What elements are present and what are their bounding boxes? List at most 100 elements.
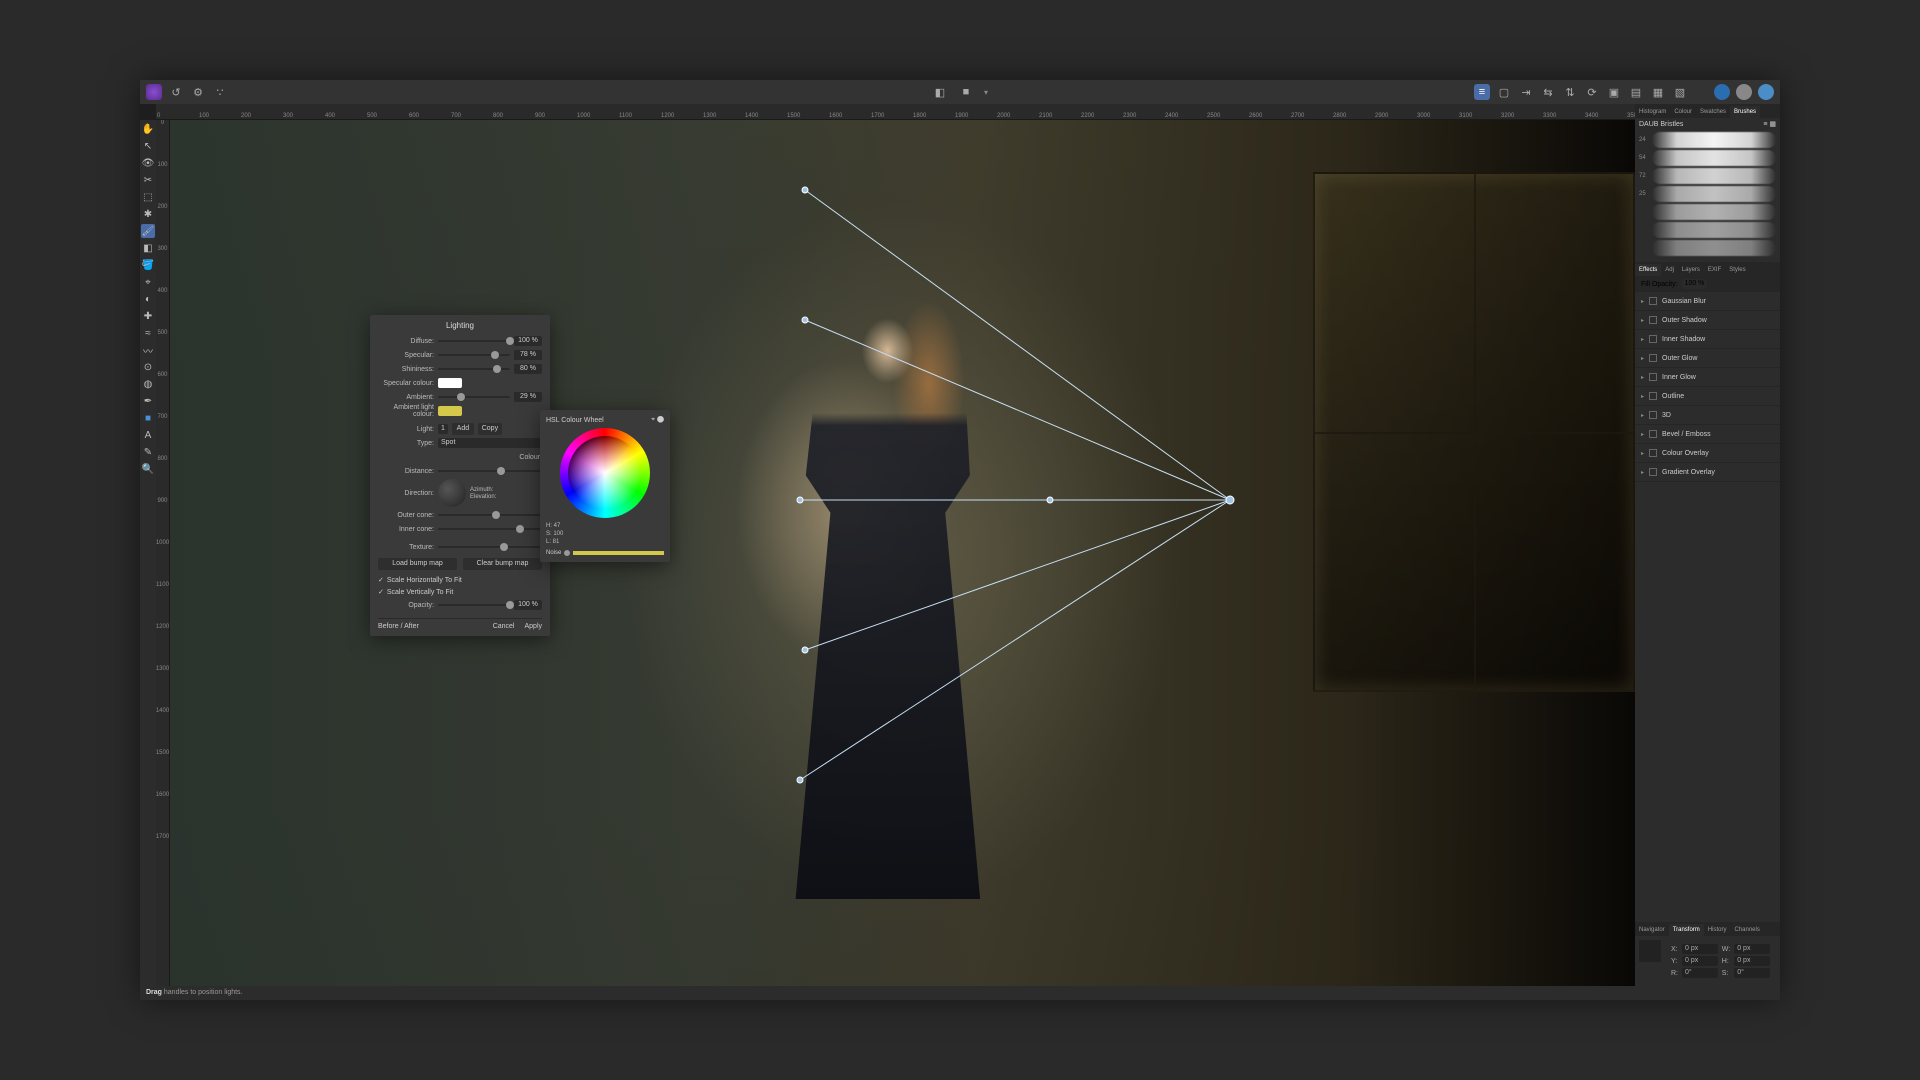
effect-row[interactable]: ▸3D bbox=[1635, 406, 1780, 425]
transform-w[interactable]: 0 px bbox=[1734, 944, 1770, 954]
brush-item[interactable]: 72 bbox=[1639, 168, 1776, 184]
arrange-forward-icon[interactable]: ▤ bbox=[1628, 84, 1644, 100]
tab-colour[interactable]: Colour bbox=[1670, 106, 1696, 118]
effect-row[interactable]: ▸Outline bbox=[1635, 387, 1780, 406]
flood-select-tool-icon[interactable]: ✱ bbox=[141, 207, 155, 221]
specular-slider[interactable] bbox=[438, 354, 510, 356]
move-tool-icon[interactable]: ↖ bbox=[141, 139, 155, 153]
effect-row[interactable]: ▸Gradient Overlay bbox=[1635, 463, 1780, 482]
undo-icon[interactable]: ↺ bbox=[168, 84, 184, 100]
specular-colour-swatch[interactable] bbox=[438, 378, 462, 388]
view-tool-icon[interactable]: 👁 bbox=[141, 156, 155, 170]
effect-row[interactable]: ▸Inner Shadow bbox=[1635, 330, 1780, 349]
arrange-tofront-icon[interactable]: ▦ bbox=[1650, 84, 1666, 100]
app-logo-icon[interactable] bbox=[146, 84, 162, 100]
persona-photo-icon[interactable]: ■ bbox=[958, 84, 974, 100]
opacity-slider[interactable] bbox=[438, 604, 510, 606]
arrange-group-icon[interactable]: ▢ bbox=[1496, 84, 1512, 100]
crop-tool-icon[interactable]: ✂ bbox=[141, 173, 155, 187]
selection-tool-icon[interactable]: ⬚ bbox=[141, 190, 155, 204]
fill-tool-icon[interactable]: 🪣 bbox=[141, 258, 155, 272]
fill-opacity-value[interactable]: 100 % bbox=[1682, 279, 1708, 289]
arrange-flip-v-icon[interactable]: ⇅ bbox=[1562, 84, 1578, 100]
brush-list[interactable]: 24547225 bbox=[1635, 130, 1780, 258]
brush-category[interactable]: DAUB Bristles bbox=[1639, 121, 1683, 128]
arrange-rotate-icon[interactable]: ⟳ bbox=[1584, 84, 1600, 100]
brush-menu-icon[interactable]: ≡ ▦ bbox=[1763, 120, 1776, 128]
persona-dropdown-icon[interactable]: ▾ bbox=[984, 88, 988, 97]
effect-row[interactable]: ▸Colour Overlay bbox=[1635, 444, 1780, 463]
paint-brush-tool-icon[interactable]: 🖌 bbox=[141, 224, 155, 238]
tab-adj[interactable]: Adj bbox=[1661, 264, 1678, 276]
erase-tool-icon[interactable]: ◧ bbox=[141, 241, 155, 255]
tab-navigator[interactable]: Navigator bbox=[1635, 924, 1669, 936]
transform-h[interactable]: 0 px bbox=[1734, 956, 1770, 966]
brush-item[interactable]: 24 bbox=[1639, 132, 1776, 148]
copy-light-button[interactable]: Copy bbox=[478, 423, 502, 435]
outer-cone-slider[interactable] bbox=[438, 514, 542, 516]
effect-row[interactable]: ▸Inner Glow bbox=[1635, 368, 1780, 387]
smudge-tool-icon[interactable]: 〰 bbox=[141, 343, 155, 357]
scale-h-checkbox[interactable]: Scale Horizontally To Fit bbox=[378, 574, 542, 586]
distance-slider[interactable] bbox=[438, 470, 542, 472]
live-preview-icon[interactable] bbox=[1714, 84, 1730, 100]
anchor-widget[interactable] bbox=[1639, 940, 1661, 962]
account-icon[interactable] bbox=[1758, 84, 1774, 100]
cancel-button[interactable]: Cancel bbox=[493, 623, 515, 630]
effect-row[interactable]: ▸Gaussian Blur bbox=[1635, 292, 1780, 311]
tab-exif[interactable]: EXIF bbox=[1704, 264, 1725, 276]
arrange-flip-h-icon[interactable]: ⇆ bbox=[1540, 84, 1556, 100]
canvas[interactable]: Lighting Diffuse:100 % Specular:78 % Shi… bbox=[170, 120, 1635, 986]
light-mid-handle[interactable] bbox=[1047, 497, 1053, 503]
tab-histogram[interactable]: Histogram bbox=[1635, 106, 1670, 118]
effects-list[interactable]: ▸Gaussian Blur▸Outer Shadow▸Inner Shadow… bbox=[1635, 292, 1780, 482]
inner-cone-slider[interactable] bbox=[438, 528, 542, 530]
tab-history[interactable]: History bbox=[1704, 924, 1731, 936]
brush-item[interactable] bbox=[1639, 222, 1776, 238]
effect-row[interactable]: ▸Bevel / Emboss bbox=[1635, 425, 1780, 444]
zoom-tool-icon[interactable]: 🔍 bbox=[141, 462, 155, 476]
clone-tool-icon[interactable]: ⌖ bbox=[141, 275, 155, 289]
light-outer-handle-1[interactable] bbox=[802, 187, 808, 193]
light-outer-handle-2[interactable] bbox=[797, 777, 803, 783]
transform-y[interactable]: 0 px bbox=[1682, 956, 1718, 966]
arrange-back-icon[interactable]: ▣ bbox=[1606, 84, 1622, 100]
tab-channels[interactable]: Channels bbox=[1730, 924, 1763, 936]
assistant-icon[interactable] bbox=[1736, 84, 1752, 100]
persona-develop-icon[interactable]: ◧ bbox=[932, 84, 948, 100]
brush-item[interactable] bbox=[1639, 240, 1776, 256]
hsl-wheel[interactable] bbox=[560, 428, 650, 518]
red-eye-tool-icon[interactable]: ⊙ bbox=[141, 360, 155, 374]
diffuse-value[interactable]: 100 % bbox=[514, 336, 542, 346]
hand-tool-icon[interactable]: ✋ bbox=[141, 122, 155, 136]
settings-gear-icon[interactable]: ⚙ bbox=[190, 84, 206, 100]
hsl-colour-popover[interactable]: HSL Colour Wheel ⌖ ⬤ H: 47S: 100L: 81 No… bbox=[540, 410, 670, 562]
clear-bump-button[interactable]: Clear bump map bbox=[463, 558, 542, 570]
tab-styles[interactable]: Styles bbox=[1725, 264, 1749, 276]
direction-knob[interactable] bbox=[438, 479, 466, 507]
ambient-colour-swatch[interactable] bbox=[438, 406, 462, 416]
light-inner-handle-2[interactable] bbox=[802, 647, 808, 653]
light-index-select[interactable]: 1 bbox=[438, 424, 448, 434]
tab-swatches[interactable]: Swatches bbox=[1696, 106, 1730, 118]
share-icon[interactable]: ∵ bbox=[212, 84, 228, 100]
sponge-tool-icon[interactable]: ◍ bbox=[141, 377, 155, 391]
arrange-align-icon[interactable]: ≡ bbox=[1474, 84, 1490, 100]
noise-knob[interactable] bbox=[564, 550, 570, 556]
tab-effects[interactable]: Effects bbox=[1635, 264, 1661, 276]
text-tool-icon[interactable]: A bbox=[141, 428, 155, 442]
healing-tool-icon[interactable]: ✚ bbox=[141, 309, 155, 323]
ambient-slider[interactable] bbox=[438, 396, 510, 398]
lighting-panel[interactable]: Lighting Diffuse:100 % Specular:78 % Shi… bbox=[370, 315, 550, 636]
studio-tabs-fx[interactable]: EffectsAdjLayersEXIFStyles bbox=[1635, 262, 1780, 276]
ambient-value[interactable]: 29 % bbox=[514, 392, 542, 402]
studio-tabs-top[interactable]: HistogramColourSwatchesBrushes bbox=[1635, 104, 1780, 118]
shininess-slider[interactable] bbox=[438, 368, 510, 370]
tab-transform[interactable]: Transform bbox=[1669, 924, 1704, 936]
add-light-button[interactable]: Add bbox=[452, 423, 474, 435]
shape-tool-icon[interactable]: ■ bbox=[141, 411, 155, 425]
brush-item[interactable] bbox=[1639, 204, 1776, 220]
noise-slider[interactable] bbox=[573, 551, 664, 555]
tab-layers[interactable]: Layers bbox=[1678, 264, 1704, 276]
before-after-toggle[interactable]: Before / After bbox=[378, 623, 419, 630]
